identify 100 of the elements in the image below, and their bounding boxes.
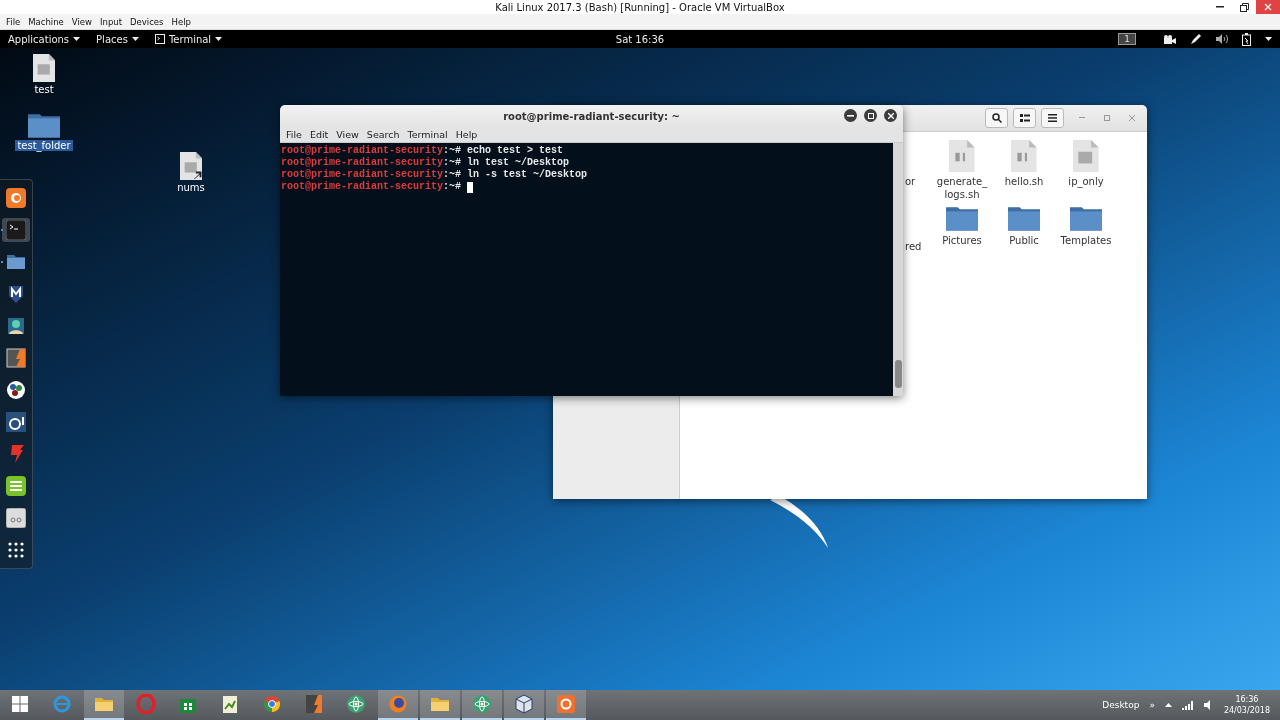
panel-menu[interactable]: Applications <box>0 30 89 48</box>
window-title: Kali Linux 2017.3 (Bash) [Running] - Oracle VM VirtualBox <box>495 1 785 13</box>
file-name[interactable]: generate_ logs.sh <box>932 175 992 201</box>
panel-menu[interactable]: Places <box>88 30 147 48</box>
close-icon <box>887 112 894 119</box>
caret-icon <box>215 37 223 41</box>
menu-item[interactable]: Machine <box>24 16 68 27</box>
caret-icon <box>1265 37 1272 41</box>
script-file-icon <box>949 140 975 172</box>
toolbar-label[interactable]: Desktop <box>1102 700 1140 710</box>
terminal-line: root@prime-radiant-security:~# ln -s test ~/Desktop <box>281 169 588 181</box>
file-name[interactable]: or <box>905 175 916 188</box>
taskbar-app-button[interactable] <box>546 690 586 720</box>
workspace-indicator[interactable]: 1 <box>1118 33 1136 45</box>
video-camera-icon <box>1164 34 1176 44</box>
menu-item[interactable]: View <box>67 16 96 27</box>
lightning-icon <box>6 348 26 368</box>
maximize-button[interactable] <box>864 109 877 122</box>
speaker-icon <box>1216 34 1228 44</box>
window-title: root@prime-radiant-security: ~ <box>503 110 680 122</box>
folder-icon <box>28 112 60 138</box>
restore-icon <box>1239 2 1249 12</box>
maximize-icon <box>1104 115 1110 121</box>
folder-icon <box>6 252 26 272</box>
file-icon <box>1073 140 1099 172</box>
terminal-icon <box>154 34 165 44</box>
clock[interactable]: Sat 16:36 <box>615 33 665 45</box>
close-icon <box>1264 3 1272 11</box>
browser-e-icon <box>52 694 72 714</box>
file-name[interactable]: ip_only <box>1056 175 1116 188</box>
desktop-icon-label[interactable]: nums <box>175 182 207 193</box>
folder-icon <box>946 205 978 231</box>
lightning-icon <box>304 694 324 714</box>
time: 16:36 <box>1235 694 1259 705</box>
taskbar-clock[interactable]: 16:36 24/03/2018 <box>1223 694 1270 716</box>
minimize-icon <box>847 114 854 117</box>
terminal-line: root@prime-radiant-security:~# <box>281 181 463 193</box>
pen-icon <box>1190 33 1202 45</box>
fox-globe-icon <box>388 694 408 714</box>
caret-icon <box>131 37 139 41</box>
terminal-icon <box>6 220 26 240</box>
file-name[interactable]: Pictures <box>932 233 992 247</box>
file-name[interactable]: Templates <box>1056 233 1116 247</box>
close-icon <box>1129 115 1135 121</box>
menu-item[interactable]: Help <box>451 129 482 140</box>
menu-item[interactable]: Terminal <box>403 129 452 140</box>
cube-icon <box>514 694 534 714</box>
person-icon <box>6 316 26 336</box>
atom-icon <box>346 694 366 714</box>
menu-item[interactable]: View <box>332 129 363 140</box>
taskbar-app-button[interactable] <box>84 690 124 720</box>
minimize-button[interactable] <box>844 109 857 122</box>
panel-menu[interactable]: Terminal <box>146 30 231 48</box>
menu-item[interactable]: Input <box>96 16 126 27</box>
desktop-icon-label[interactable]: test <box>32 84 56 95</box>
taskbar-app-button[interactable] <box>420 690 460 720</box>
menu-icon <box>1048 114 1057 122</box>
terminal-line: root@prime-radiant-security:~# echo test > test <box>281 145 564 157</box>
file-name[interactable]: Public <box>994 233 1054 247</box>
ring-icon <box>136 694 156 714</box>
menu-item[interactable]: Search <box>362 129 404 140</box>
menu-item[interactable]: File <box>282 129 306 140</box>
script-file-icon <box>1011 140 1037 172</box>
menu-item[interactable]: Devices <box>126 16 168 27</box>
minimize-icon <box>1079 117 1085 119</box>
caret-icon <box>73 37 81 41</box>
scrollbar[interactable] <box>893 143 903 396</box>
menu-item[interactable]: File <box>2 16 25 27</box>
view-toggle-button[interactable] <box>1013 108 1036 128</box>
menu-item[interactable]: Help <box>167 16 195 27</box>
taskbar-app-button[interactable] <box>378 690 418 720</box>
taskbar-app-button[interactable] <box>462 690 502 720</box>
folder-icon <box>1070 205 1102 231</box>
file-name[interactable]: hello.sh <box>994 175 1054 188</box>
circle-app-icon <box>556 694 576 714</box>
dots-icon <box>6 380 26 400</box>
notepad-icon <box>6 476 26 496</box>
taskbar-app-button[interactable] <box>504 690 544 720</box>
battery-icon <box>1242 32 1251 46</box>
terminal-line: root@prime-radiant-security:~# ln test ~/Desktop <box>281 157 570 169</box>
windows-icon <box>12 696 28 712</box>
minimize-icon <box>1216 6 1224 8</box>
menu-button[interactable] <box>1041 108 1064 128</box>
atom-icon <box>472 694 492 714</box>
search-icon <box>991 113 1002 123</box>
date: 24/03/2018 <box>1223 705 1270 716</box>
shield-icon <box>6 284 26 304</box>
browser-wheel-icon <box>262 694 282 714</box>
menu-item[interactable]: Edit <box>305 129 333 140</box>
folder-icon <box>1008 205 1040 231</box>
file-name[interactable]: red <box>905 240 922 253</box>
chevron-up-icon <box>1164 703 1172 707</box>
app-grid-icon <box>6 540 26 560</box>
toolbar-expand[interactable]: » <box>1149 700 1155 710</box>
maximize-icon <box>867 112 874 119</box>
network-icon <box>1181 700 1194 710</box>
close-button[interactable] <box>884 109 897 122</box>
desktop-icon-label[interactable]: test_folder <box>15 139 73 151</box>
document-icon <box>220 694 240 714</box>
search-button[interactable] <box>985 108 1008 128</box>
